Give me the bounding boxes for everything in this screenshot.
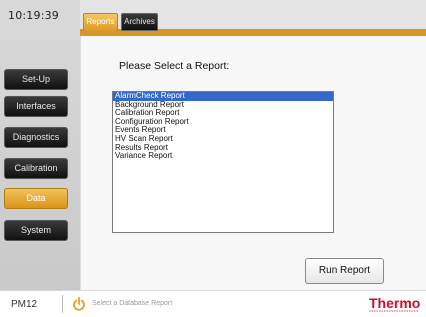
nav-calibration-button[interactable]: Calibration [4, 158, 68, 179]
nav-diagnostics-button[interactable]: Diagnostics [4, 127, 68, 148]
power-icon[interactable] [72, 297, 86, 311]
report-list-item[interactable]: Variance Report [113, 152, 333, 161]
nav-data-button[interactable]: Data [4, 188, 68, 209]
tab-archives[interactable]: Archives [121, 13, 158, 31]
run-report-button[interactable]: Run Report [305, 258, 384, 284]
tab-reports[interactable]: Reports [83, 13, 118, 31]
page-prompt: Please Select a Report: [119, 60, 230, 72]
model-label: PM12 [11, 299, 38, 310]
clock: 10:19:39 [8, 9, 60, 22]
svg-text:Thermo: Thermo [369, 295, 420, 311]
status-divider [62, 295, 63, 313]
nav-interfaces-button[interactable]: Interfaces [4, 96, 68, 117]
status-message: Select a Database Report [92, 300, 173, 307]
report-listbox[interactable]: AlarmCheck Report Background Report Cali… [112, 91, 334, 233]
status-bar: PM12 Select a Database Report [0, 290, 426, 317]
sidebar: 10:19:39 Set-Up Interfaces Diagnostics C… [0, 0, 80, 290]
nav-system-button[interactable]: System [4, 220, 68, 241]
nav-setup-button[interactable]: Set-Up [4, 69, 68, 90]
thermo-logo: Thermo [369, 295, 420, 312]
